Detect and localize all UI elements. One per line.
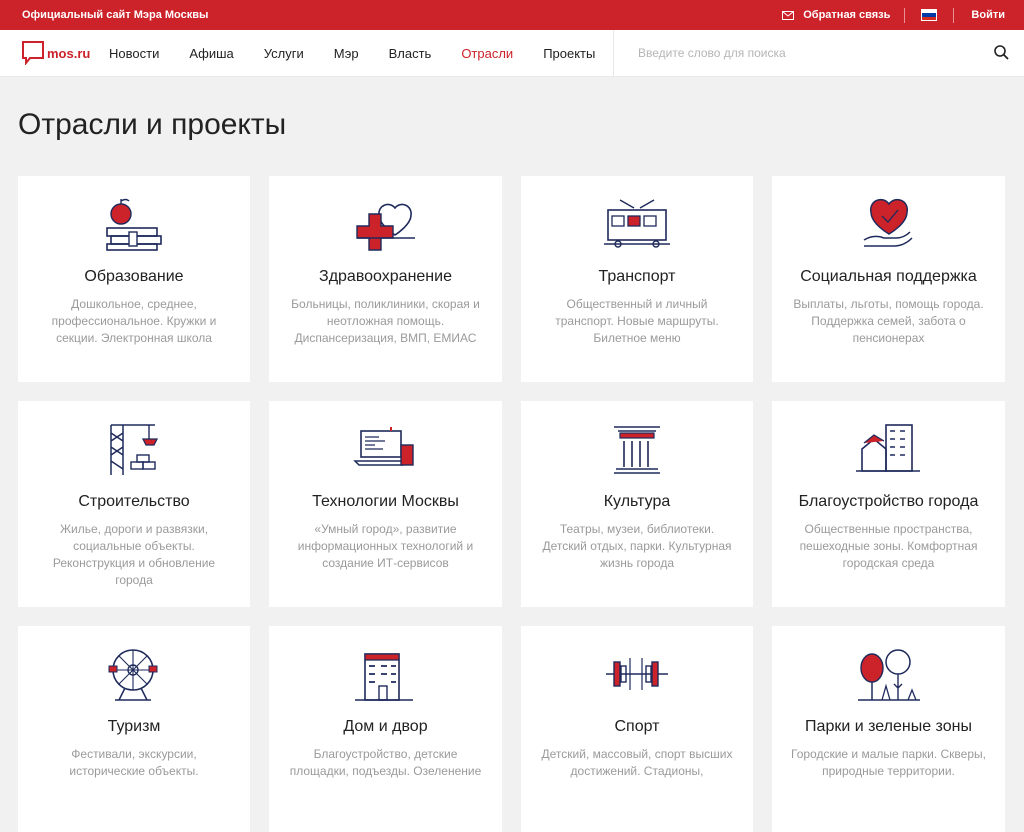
search-icon[interactable] xyxy=(994,45,1009,60)
transport-icon xyxy=(602,194,672,252)
sector-card-title: Туризм xyxy=(107,718,161,735)
divider xyxy=(904,7,906,23)
sector-card[interactable]: Туризм Фестивали, экскурсии, исторические… xyxy=(18,626,250,832)
mos-ru-logo[interactable]: mos.ru xyxy=(0,41,109,65)
sector-card-description: Больницы, поликлиники, скорая и неотложн… xyxy=(291,297,480,345)
sport-icon xyxy=(602,644,672,702)
culture-icon xyxy=(602,419,672,477)
nav-item[interactable]: Мэр xyxy=(334,46,359,61)
sector-card-description: Выплаты, льготы, помощь города. Поддержк… xyxy=(793,297,984,345)
sector-card[interactable]: Здравоохранение Больницы, поликлиники, ск… xyxy=(269,176,502,382)
urban-improvement-icon xyxy=(854,419,924,477)
nav-item[interactable]: Власть xyxy=(389,46,432,61)
construction-icon xyxy=(99,419,169,477)
sector-card[interactable]: Культура Театры, музеи, библиотеки. Детск… xyxy=(521,401,753,607)
sector-card[interactable]: Социальная поддержка Выплаты, льготы, пом… xyxy=(772,176,1005,382)
education-icon xyxy=(99,194,169,252)
search-input[interactable] xyxy=(636,45,960,61)
sector-card-title: Благоустройство города xyxy=(798,493,979,510)
top-bar: Официальный сайт Мэра Москвы Обратная св… xyxy=(0,0,1024,30)
feedback-link[interactable]: Обратная связь xyxy=(768,9,904,21)
sector-card-description: Театры, музеи, библиотеки. Детский отдых… xyxy=(542,522,732,570)
feedback-label: Обратная связь xyxy=(803,9,891,21)
site-title[interactable]: Официальный сайт Мэра Москвы xyxy=(0,9,208,21)
sector-card-description: Общественные пространства, пешеходные зо… xyxy=(799,522,978,570)
sector-card-title: Социальная поддержка xyxy=(800,268,977,285)
russian-flag-icon[interactable] xyxy=(921,9,938,21)
sector-card-title: Спорт xyxy=(614,718,660,735)
sector-card-title: Парки и зеленые зоны xyxy=(805,718,972,735)
tourism-icon xyxy=(99,644,169,702)
sector-card-description: Общественный и личный транспорт. Новые м… xyxy=(555,297,719,345)
sector-card-title: Образование xyxy=(84,268,184,285)
health-icon xyxy=(351,194,421,252)
sector-card[interactable]: Благоустройство города Общественные прост… xyxy=(772,401,1005,607)
sector-card-description: «Умный город», развитие информационных т… xyxy=(297,522,474,570)
sector-card-title: Строительство xyxy=(78,493,190,510)
sector-card[interactable]: Дом и двор Благоустройство, детские площа… xyxy=(269,626,502,832)
speech-bubble-logo-icon xyxy=(22,41,44,65)
house-yard-icon xyxy=(351,644,421,702)
sector-card[interactable]: Спорт Детский, массовый, спорт высших дос… xyxy=(521,626,753,832)
nav-item[interactable]: Проекты xyxy=(543,46,595,61)
sector-card-description: Дошкольное, среднее, профессиональное. К… xyxy=(51,297,217,345)
main-header: mos.ru Новости Афиша Услуги Мэр Власть Отрасл… xyxy=(0,30,1024,77)
sector-card[interactable]: Транспорт Общественный и личный транспорт… xyxy=(521,176,753,382)
main-nav: Новости Афиша Услуги Мэр Власть Отрасли Проект… xyxy=(109,30,625,76)
sector-card-title: Культура xyxy=(603,493,671,510)
sector-card[interactable]: Образование Дошкольное, среднее, професси… xyxy=(18,176,250,382)
login-button[interactable]: Войти xyxy=(954,9,1024,21)
nav-item[interactable]: Новости xyxy=(109,46,159,61)
sector-card-title: Транспорт xyxy=(598,268,676,285)
search-area xyxy=(613,30,1024,76)
sector-card-title: Дом и двор xyxy=(343,718,428,735)
technology-icon xyxy=(351,419,421,477)
sector-card[interactable]: Строительство Жилье, дороги и развязки, с… xyxy=(18,401,250,607)
nav-item[interactable]: Услуги xyxy=(264,46,304,61)
sectors-grid: Образование Дошкольное, среднее, професси… xyxy=(18,176,1005,832)
sector-card-title: Здравоохранение xyxy=(319,268,452,285)
nav-item[interactable]: Афиша xyxy=(189,46,233,61)
logo-text: mos.ru xyxy=(47,45,91,61)
sector-card[interactable]: Парки и зеленые зоны Городские и малые па… xyxy=(772,626,1005,832)
sector-card-title: Технологии Москвы xyxy=(312,493,459,510)
envelope-icon xyxy=(782,10,795,20)
page-title: Отрасли и проекты xyxy=(18,108,287,141)
social-support-icon xyxy=(854,194,924,252)
sector-card[interactable]: Технологии Москвы «Умный город», развитие… xyxy=(269,401,502,607)
parks-icon xyxy=(854,644,924,702)
nav-item[interactable]: Отрасли xyxy=(461,46,513,61)
sector-card-description: Жилье, дороги и развязки, социальные объ… xyxy=(52,522,216,587)
